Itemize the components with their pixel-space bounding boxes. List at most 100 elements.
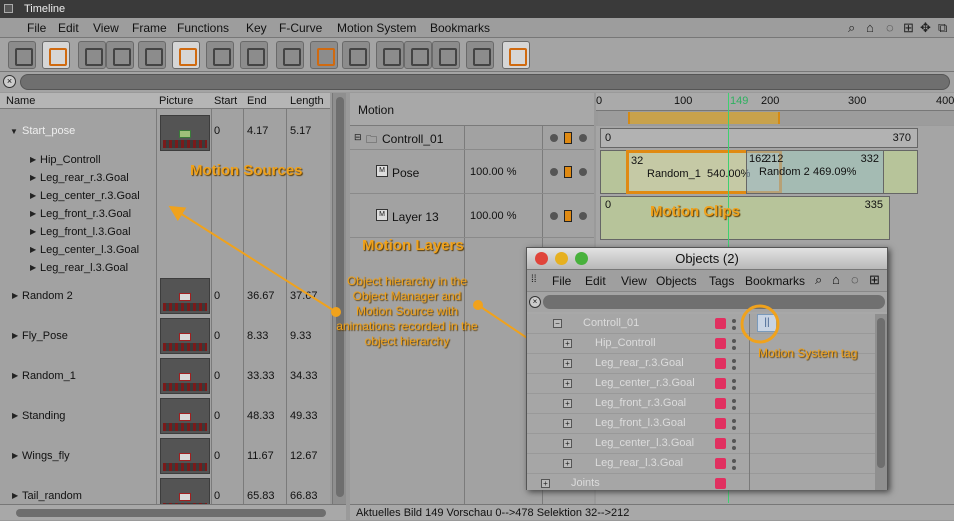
object-row[interactable]: + Joints	[527, 474, 875, 490]
tag-icon[interactable]	[715, 378, 726, 389]
list-item[interactable]: ▶ Leg_center_r.3.Goal	[0, 188, 330, 206]
menu-key[interactable]: Key	[246, 21, 267, 35]
chevron-right-icon[interactable]: ▶	[30, 245, 36, 254]
chevron-right-icon[interactable]: ▶	[12, 411, 18, 420]
menu-frame[interactable]: Frame	[132, 21, 167, 35]
col-picture[interactable]: Picture	[159, 95, 193, 107]
motion-layer-row[interactable]: M Pose 100.00 %	[350, 150, 594, 194]
expand-icon[interactable]: +	[563, 379, 572, 388]
chevron-right-icon[interactable]: ▶	[12, 451, 18, 460]
menu-view[interactable]: View	[93, 21, 119, 35]
menu-functions[interactable]: Functions	[177, 21, 229, 35]
chevron-right-icon[interactable]: ▶	[12, 371, 18, 380]
chevron-right-icon[interactable]: ▶	[12, 291, 18, 300]
object-row[interactable]: − Controll_01 ||	[527, 314, 875, 334]
clip-options-icon[interactable]	[466, 41, 494, 69]
motion-group-row[interactable]: ⊟ 🗀 Controll_01	[350, 126, 594, 150]
zoom-icon[interactable]	[575, 252, 588, 265]
obj-menu-file[interactable]: File	[552, 274, 571, 288]
objects-window-titlebar[interactable]: Objects (2)	[527, 248, 887, 270]
list-item[interactable]: ▶ Fly_Pose 0 8.33 9.33	[0, 316, 330, 356]
list-item[interactable]: ▶ Tail_random 0 65.83 66.83	[0, 476, 330, 504]
chevron-right-icon[interactable]: ▶	[30, 209, 36, 218]
maximize-icon[interactable]: ⧉	[938, 20, 947, 36]
search-icon[interactable]: ⌕	[848, 20, 855, 36]
expand-icon[interactable]: +	[563, 439, 572, 448]
clear-filter-icon[interactable]: ×	[3, 75, 16, 88]
menu-file[interactable]: File	[27, 21, 46, 35]
collapse-icon[interactable]: −	[553, 319, 562, 328]
object-row[interactable]: + Leg_center_r.3.Goal	[527, 374, 875, 394]
obj-menu-edit[interactable]: Edit	[585, 274, 606, 288]
obj-menu-view[interactable]: View	[621, 274, 647, 288]
minimize-icon[interactable]	[555, 252, 568, 265]
ruler-icon[interactable]	[310, 41, 338, 69]
object-row[interactable]: + Leg_front_r.3.Goal	[527, 394, 875, 414]
dot-icon[interactable]	[550, 212, 558, 220]
motion-layer-icon[interactable]	[502, 41, 530, 69]
list-item[interactable]: ▶ Leg_front_l.3.Goal	[0, 224, 330, 242]
motion-clip-layer13[interactable]: 0 335	[600, 196, 890, 240]
dot-icon[interactable]	[550, 134, 558, 142]
menu-fcurve[interactable]: F-Curve	[279, 21, 322, 35]
expand-icon[interactable]: +	[563, 359, 572, 368]
expand-icon[interactable]: +	[563, 419, 572, 428]
timeline-ruler[interactable]: 0 100 200 300 400 149	[596, 93, 954, 111]
motion-layer-row[interactable]: M Layer 13 100.00 %	[350, 194, 594, 238]
solo-icon[interactable]	[564, 166, 572, 178]
weight-value[interactable]: 100.00 %	[470, 210, 516, 222]
menu-edit[interactable]: Edit	[58, 21, 79, 35]
ease-curve-icon[interactable]	[240, 41, 268, 69]
objects-scrollbar[interactable]	[875, 314, 887, 490]
list-item[interactable]: ▶ Wings_fly 0 11.67 12.67	[0, 436, 330, 476]
step-icon[interactable]	[404, 41, 432, 69]
dot-icon[interactable]	[579, 168, 587, 176]
chevron-right-icon[interactable]: ▶	[12, 491, 18, 500]
dot-icon[interactable]	[550, 168, 558, 176]
search-icon[interactable]: ⌕	[815, 272, 822, 288]
new-panel-icon[interactable]: ⊞	[869, 272, 880, 288]
object-row[interactable]: + Leg_front_l.3.Goal	[527, 414, 875, 434]
wave-icon[interactable]	[206, 41, 234, 69]
window-close-box[interactable]	[4, 4, 13, 13]
linear-icon[interactable]	[376, 41, 404, 69]
record-icon[interactable]	[276, 41, 304, 69]
solo-icon[interactable]	[564, 132, 572, 144]
collapse-icon[interactable]: ⊟	[354, 132, 362, 143]
list-item[interactable]: ▶ Leg_front_r.3.Goal	[0, 206, 330, 224]
dot-icon[interactable]	[579, 212, 587, 220]
objects-filter-input[interactable]	[543, 295, 885, 309]
menu-bookmarks[interactable]: Bookmarks	[430, 21, 490, 35]
solo-icon[interactable]	[564, 210, 572, 222]
chevron-down-icon[interactable]: ▼	[10, 127, 18, 136]
expand-icon[interactable]: +	[563, 459, 572, 468]
filter-input[interactable]	[20, 74, 950, 90]
weight-value[interactable]: 100.00 %	[470, 166, 516, 178]
col-end[interactable]: End	[247, 95, 267, 107]
select-tool-icon[interactable]	[42, 41, 70, 69]
clear-filter-icon[interactable]: ×	[529, 296, 541, 308]
chevron-right-icon[interactable]: ▶	[12, 331, 18, 340]
list-item[interactable]: ▼ Start_pose 0 4.17 5.17	[0, 113, 330, 153]
object-row[interactable]: + Leg_center_l.3.Goal	[527, 434, 875, 454]
expand-icon[interactable]: +	[563, 399, 572, 408]
expand-icon[interactable]: +	[563, 339, 572, 348]
menu-motion-system[interactable]: Motion System	[337, 21, 416, 35]
mode-toggle-icon[interactable]	[8, 41, 36, 69]
key-icon[interactable]	[138, 41, 166, 69]
col-name[interactable]: Name	[6, 95, 35, 107]
chevron-right-icon[interactable]: ▶	[30, 227, 36, 236]
obj-menu-objects[interactable]: Objects	[656, 274, 697, 288]
list-item[interactable]: ▶ Random 2 0 36.67 37.67	[0, 276, 330, 316]
tag-icon[interactable]	[715, 398, 726, 409]
list-item[interactable]: ▶ Leg_center_l.3.Goal	[0, 242, 330, 260]
col-start[interactable]: Start	[214, 95, 237, 107]
obj-menu-bookmarks[interactable]: Bookmarks	[745, 274, 805, 288]
motion-clip-random2[interactable]: 162 212 Random 2 469.09% 332	[746, 150, 884, 194]
tag-icon[interactable]	[715, 338, 726, 349]
chevron-right-icon[interactable]: ▶	[30, 173, 36, 182]
ellipse-icon[interactable]: ◌	[851, 272, 859, 287]
fcurve-mode-icon[interactable]	[78, 41, 106, 69]
list-item[interactable]: ▶ Random_1 0 33.33 34.33	[0, 356, 330, 396]
tag-icon[interactable]	[715, 478, 726, 489]
